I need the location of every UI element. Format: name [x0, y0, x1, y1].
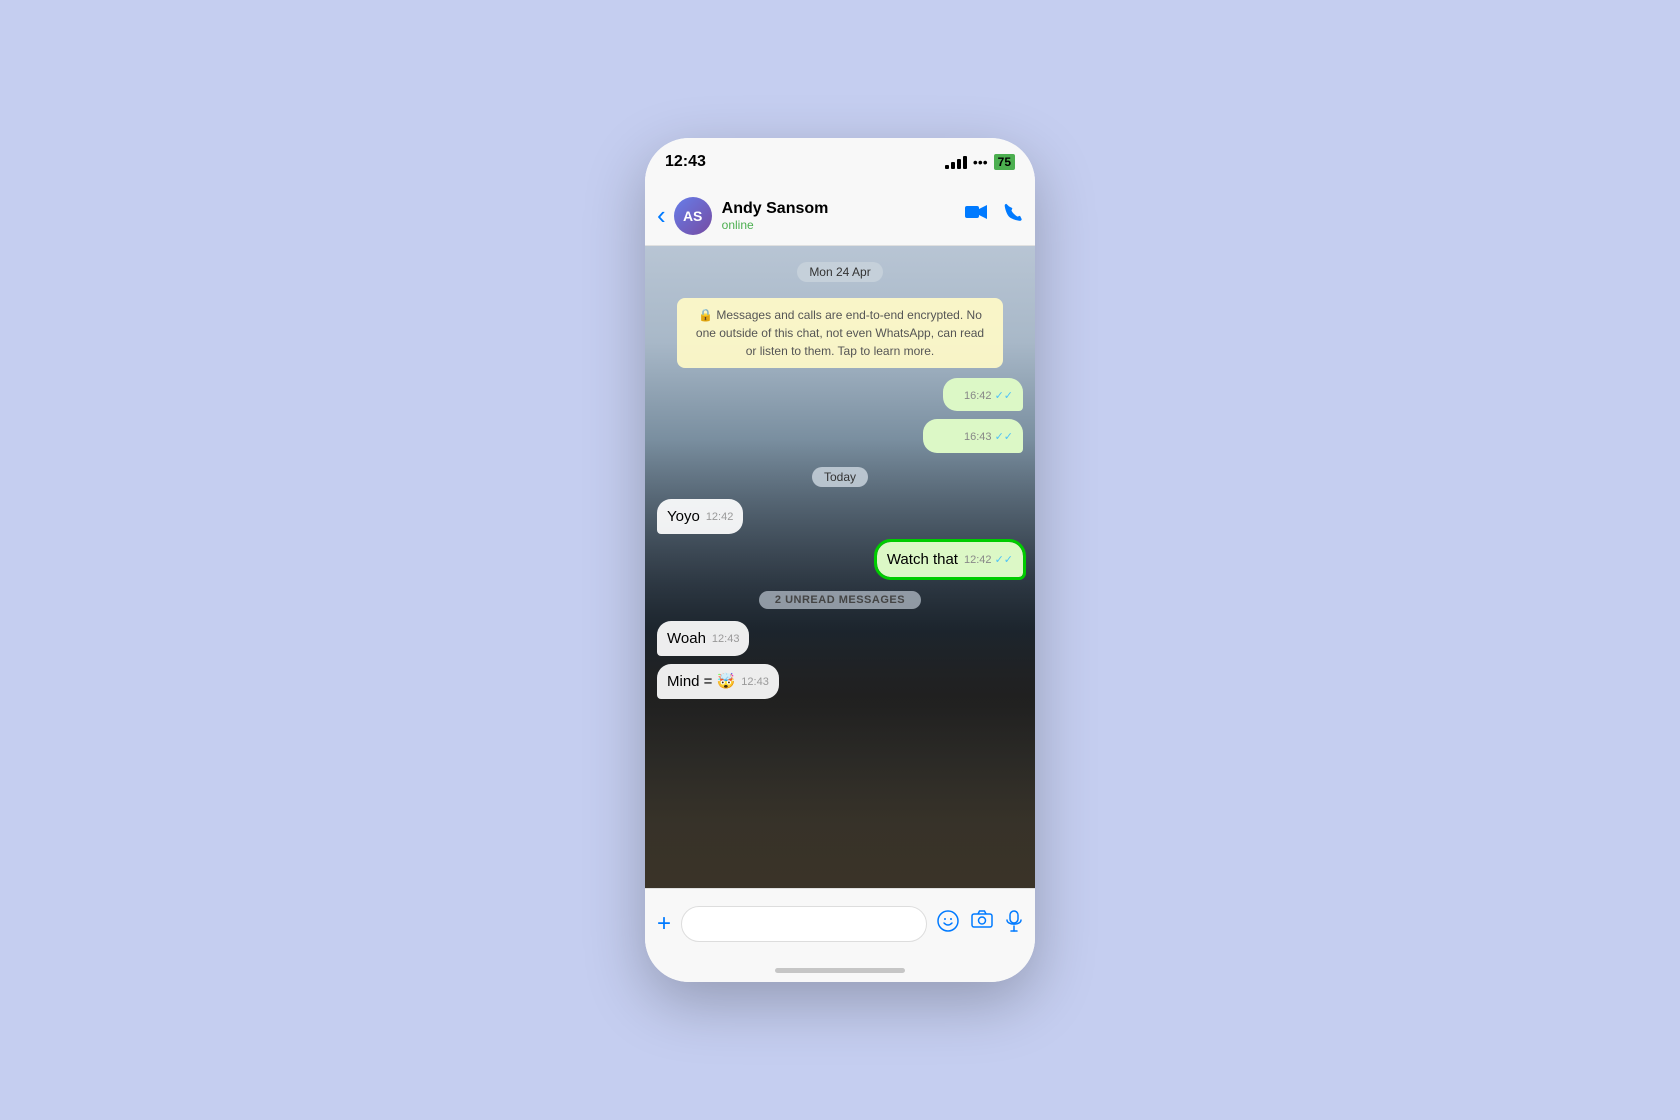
highlighted-msg-time: 12:42 ✓✓: [964, 553, 1013, 568]
sent-msg-1-time: 16:42 ✓✓: [964, 389, 1013, 404]
input-bar: +: [645, 888, 1035, 958]
status-bar: 12:43 ••• 75: [645, 138, 1035, 186]
attachment-button[interactable]: +: [657, 910, 671, 938]
date-badge-today: Today: [812, 467, 868, 487]
received-msg-3-time: 12:43: [741, 675, 769, 690]
chat-header: ‹ AS Andy Sansom online: [645, 186, 1035, 246]
contact-status: online: [722, 218, 965, 232]
phone-call-icon[interactable]: [1003, 203, 1023, 229]
received-msg-2-time: 12:43: [712, 632, 740, 647]
received-message-1-row: Yoyo 12:42: [657, 499, 1023, 534]
camera-icon[interactable]: [971, 910, 993, 938]
sent-message-1-row: 16:42 ✓✓: [657, 378, 1023, 411]
video-call-icon[interactable]: [965, 203, 987, 229]
received-message-3-row: Mind = 🤯 12:43: [657, 664, 1023, 699]
status-icons: ••• 75: [945, 154, 1015, 170]
received-message-1-text: Yoyo: [667, 508, 700, 525]
unread-messages-divider: 2 unread messages: [759, 591, 921, 609]
date-badge-april: Mon 24 Apr: [797, 262, 882, 282]
sent-message-2-row: 16:43 ✓✓: [657, 419, 1023, 452]
avatar: AS: [674, 197, 712, 235]
received-message-2-text: Woah: [667, 630, 706, 647]
received-message-3-text: Mind = 🤯: [667, 673, 735, 690]
header-icons: [965, 203, 1023, 229]
messages-container: Mon 24 Apr 🔒 Messages and calls are end-…: [645, 246, 1035, 888]
received-message-1-bubble: Yoyo 12:42: [657, 499, 743, 534]
phone-frame: 12:43 ••• 75 ‹ AS Andy Sansom online: [645, 138, 1035, 982]
highlighted-message-row: Watch that 12:42 ✓✓: [657, 542, 1023, 577]
chat-area: Mon 24 Apr 🔒 Messages and calls are end-…: [645, 246, 1035, 888]
sent-msg-2-time: 16:43 ✓✓: [964, 430, 1013, 445]
sticker-icon[interactable]: [937, 910, 959, 938]
encryption-notice[interactable]: 🔒 Messages and calls are end-to-end encr…: [677, 298, 1003, 368]
contact-info: Andy Sansom online: [722, 199, 965, 232]
home-indicator: [645, 958, 1035, 982]
received-message-2-row: Woah 12:43: [657, 621, 1023, 656]
sent-message-2-bubble: 16:43 ✓✓: [923, 419, 1023, 452]
contact-name: Andy Sansom: [722, 199, 965, 218]
sent-message-1-bubble: 16:42 ✓✓: [943, 378, 1023, 411]
message-input[interactable]: [681, 906, 927, 942]
input-action-icons: [937, 910, 1023, 938]
status-time: 12:43: [665, 153, 706, 171]
received-message-2-bubble: Woah 12:43: [657, 621, 749, 656]
highlighted-message-text: Watch that: [887, 551, 958, 568]
battery-icon: 75: [994, 154, 1015, 170]
wifi-icon: •••: [973, 154, 988, 170]
microphone-icon[interactable]: [1005, 910, 1023, 938]
received-message-3-bubble: Mind = 🤯 12:43: [657, 664, 779, 699]
received-msg-1-time: 12:42: [706, 510, 734, 525]
highlighted-message-bubble: Watch that 12:42 ✓✓: [877, 542, 1023, 577]
signal-bars-icon: [945, 156, 967, 169]
back-button[interactable]: ‹: [657, 200, 666, 231]
home-bar: [775, 968, 905, 973]
